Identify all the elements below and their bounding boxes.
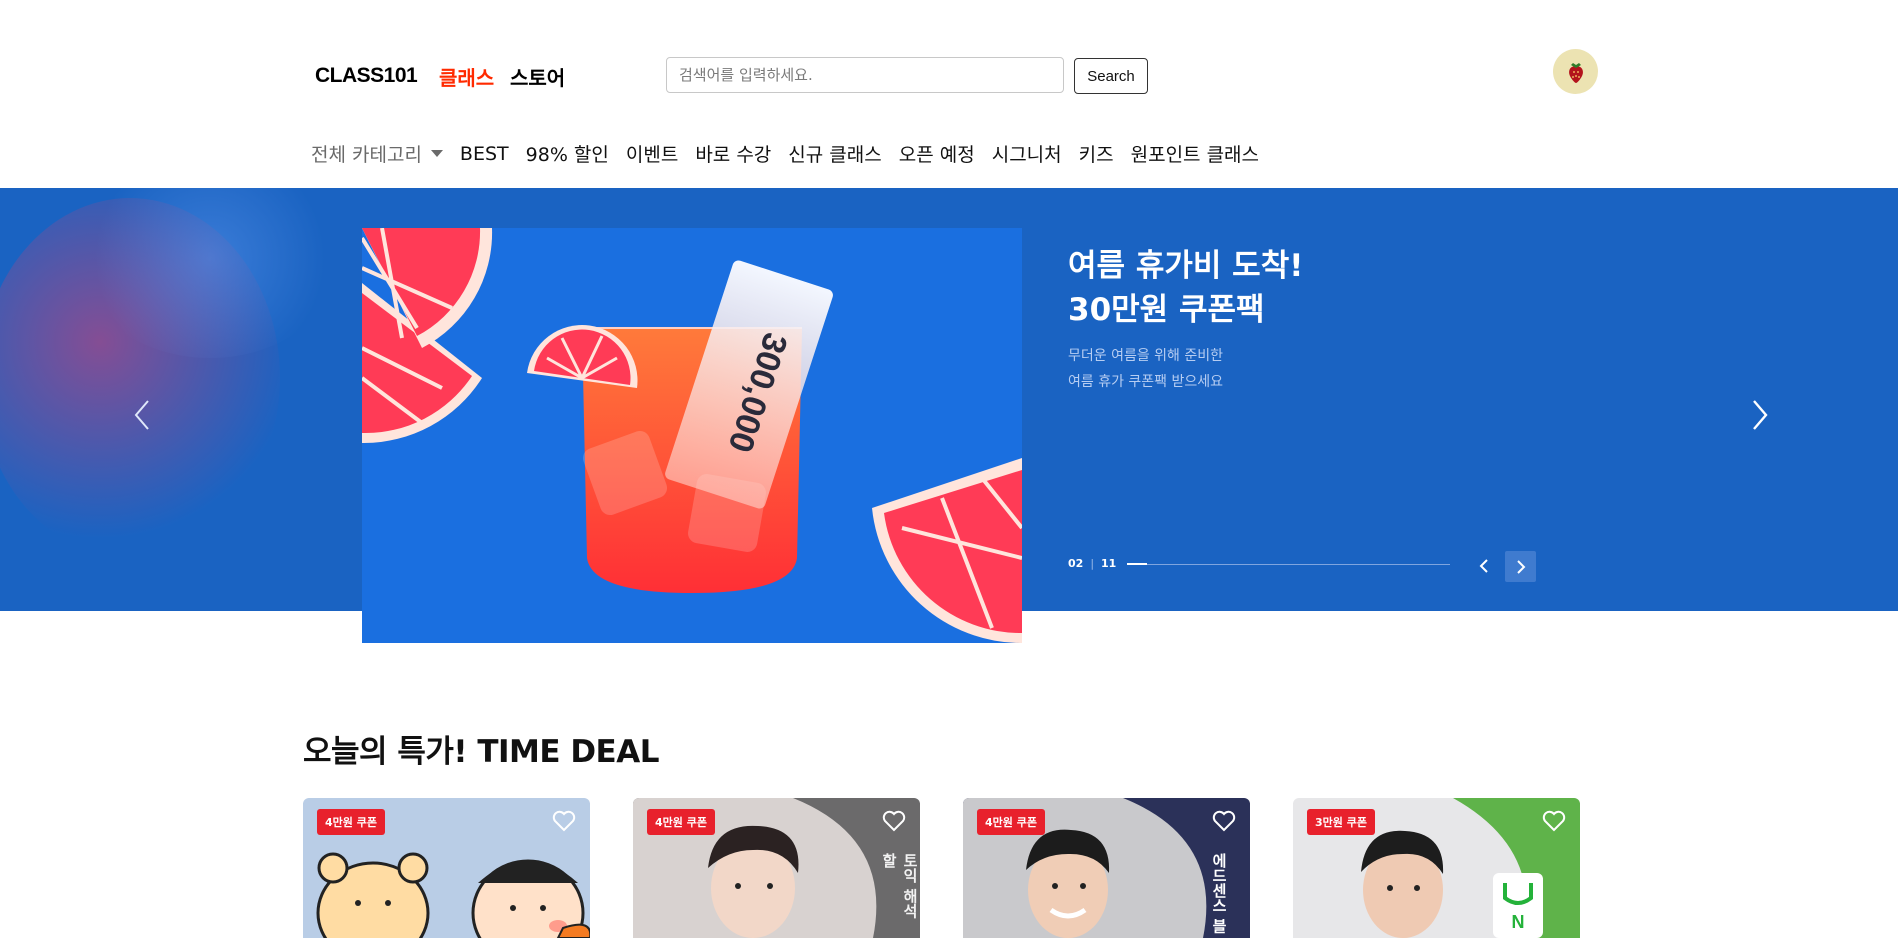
nav-item-upcoming[interactable]: 오픈 예정 [899, 140, 975, 167]
slide-prev-button[interactable] [1470, 552, 1498, 580]
coupon-badge: 3만원 쿠폰 [1307, 809, 1375, 835]
deal-card[interactable]: 4만원 쿠폰 [303, 798, 590, 938]
cocktail-ticket-illustration: 300,000 [362, 228, 1022, 643]
strawberry-icon [1568, 62, 1583, 83]
nav-item-onepoint[interactable]: 원포인트 클래스 [1131, 140, 1259, 167]
deal-card[interactable]: N 3만원 쿠폰 [1293, 798, 1580, 938]
slide-progress-track [1127, 564, 1450, 565]
slide-counter: 02 | 11 [1068, 557, 1116, 570]
nav-item-best[interactable]: BEST [460, 143, 509, 165]
slide-progress-fill [1127, 563, 1147, 565]
banner-subtitle: 무더운 여름을 위해 준비한 여름 휴가 쿠폰팩 받으세요 [1068, 348, 1224, 390]
slide-current: 02 [1068, 557, 1084, 570]
character-illustration [316, 852, 590, 938]
slide-total: 11 [1101, 557, 1117, 570]
nav-item-instant[interactable]: 바로 수강 [695, 140, 771, 167]
logo[interactable]: CLASS101 [315, 64, 418, 88]
search-input[interactable] [666, 57, 1064, 93]
caret-down-icon [430, 150, 443, 157]
banner-next-arrow-icon[interactable] [1750, 397, 1770, 440]
nav-store-link[interactable]: 스토어 [510, 62, 565, 91]
nav-item-new[interactable]: 신규 클래스 [788, 140, 881, 167]
nav-item-event[interactable]: 이벤트 [626, 140, 678, 167]
heart-icon[interactable] [1212, 810, 1236, 832]
nav-item-kids[interactable]: 키즈 [1079, 140, 1114, 167]
grapefruit-slice [362, 228, 493, 444]
slide-next-button[interactable] [1505, 551, 1536, 582]
all-categories-label: 전체 카테고리 [311, 144, 422, 166]
deal-card[interactable]: 4만원 쿠폰 토익 해석 할 [633, 798, 920, 938]
avatar[interactable] [1553, 49, 1598, 94]
chevron-left-icon [1479, 559, 1488, 573]
banner-slide-image[interactable]: 300,000 [362, 228, 1022, 643]
section-title: 오늘의 특가! TIME DEAL [303, 734, 659, 770]
card-side-text: 토익 해석 할 [880, 853, 919, 919]
card-side-text: 에드센스 블 [1210, 853, 1228, 934]
search-button[interactable]: Search [1074, 58, 1148, 94]
coupon-badge: 4만원 쿠폰 [977, 809, 1045, 835]
nav-class-link[interactable]: 클래스 [439, 62, 494, 91]
deal-card[interactable]: 4만원 쿠폰 에드센스 블 [963, 798, 1250, 938]
coupon-badge: 4만원 쿠폰 [647, 809, 715, 835]
all-categories-dropdown[interactable]: 전체 카테고리 [311, 140, 443, 167]
heart-icon[interactable] [1542, 810, 1566, 832]
banner-prev-arrow-icon[interactable] [132, 397, 152, 440]
banner-title: 여름 휴가비 도착! 30만원 쿠폰팩 [1068, 248, 1304, 328]
nav-item-signature[interactable]: 시그니처 [992, 140, 1062, 167]
heart-icon[interactable] [882, 810, 906, 832]
category-nav: 전체 카테고리 BEST 98% 할인 이벤트 바로 수강 신규 클래스 오픈 … [311, 140, 1276, 167]
grapefruit-slice [872, 458, 1022, 643]
n-logo-glyph: N [1512, 912, 1525, 932]
nav-item-discount[interactable]: 98% 할인 [526, 140, 609, 167]
slide-counter-separator: | [1090, 557, 1095, 570]
chevron-right-icon [1516, 559, 1525, 574]
